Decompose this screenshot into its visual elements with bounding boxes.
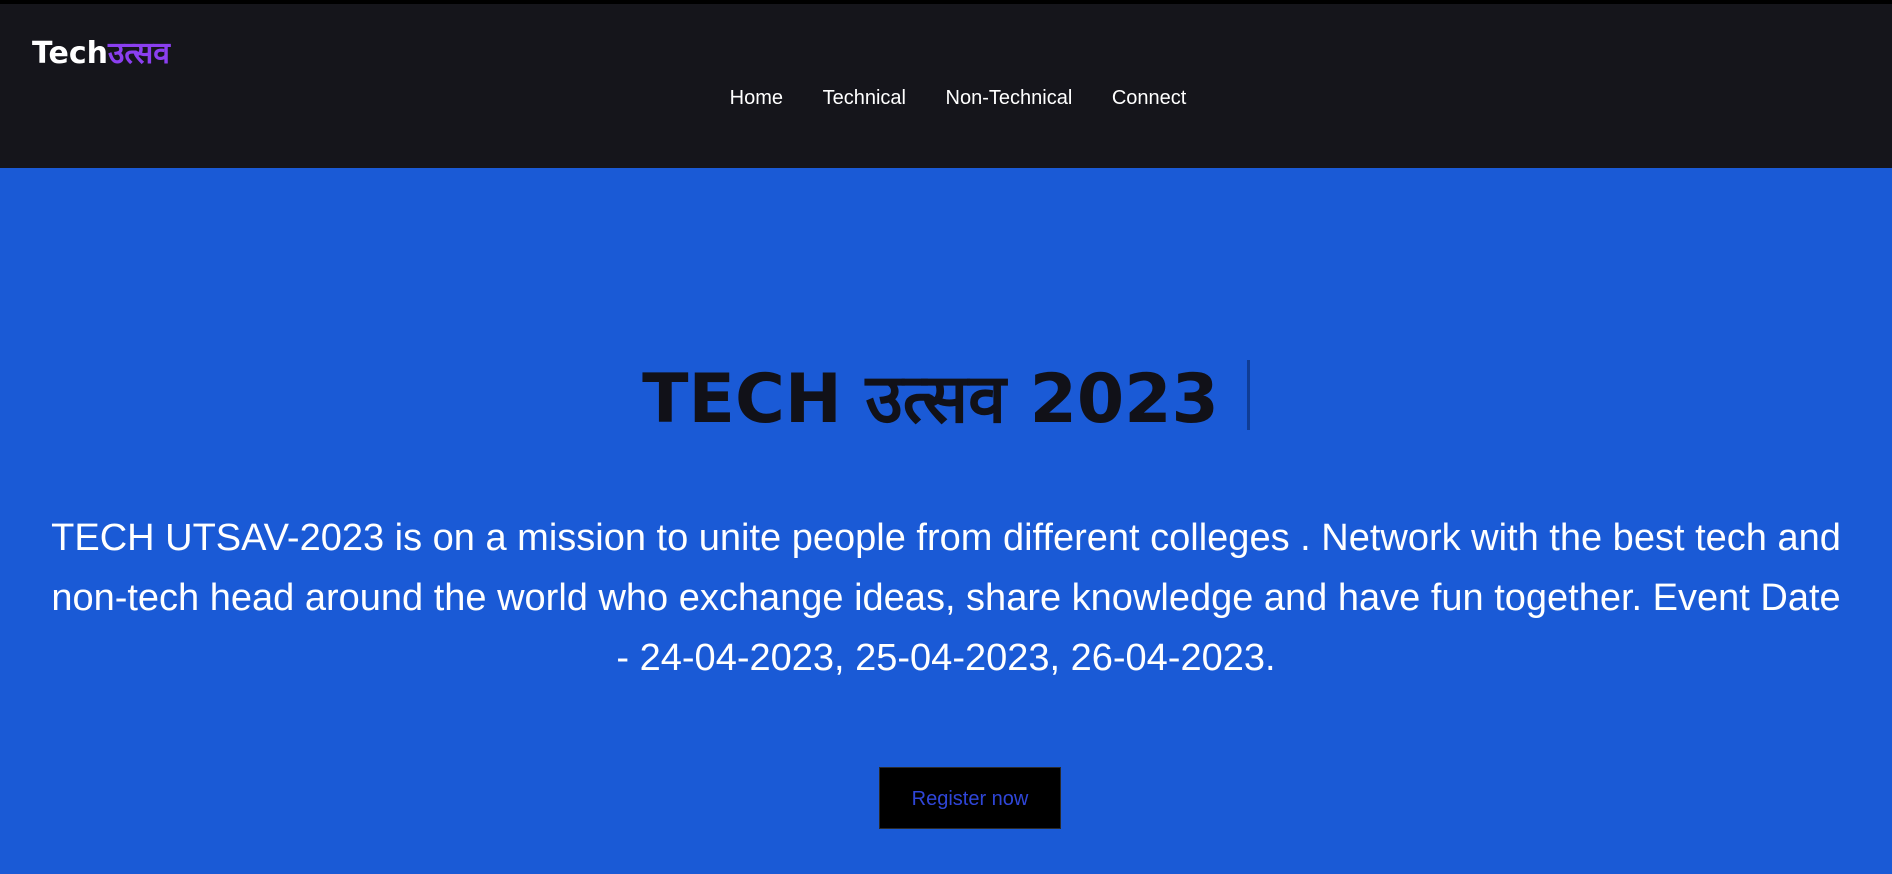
hero-title: TECH उत्सव 2023 bbox=[642, 360, 1219, 439]
nav-item-non-technical[interactable]: Non-Technical bbox=[946, 87, 1073, 109]
register-button[interactable]: Register now bbox=[879, 767, 1061, 829]
brand-text-tech: Tech bbox=[32, 36, 108, 71]
nav-item-connect[interactable]: Connect bbox=[1112, 87, 1187, 109]
hero-title-wrap: TECH उत्सव 2023 bbox=[0, 360, 1892, 440]
hero-description: TECH UTSAV-2023 is on a mission to unite… bbox=[51, 517, 1841, 679]
brand-text-utsav: उत्सव bbox=[107, 36, 170, 71]
hero-section: TECH उत्सव 2023 TECH UTSAV-2023 is on a … bbox=[0, 168, 1892, 874]
navbar: Techउत्सव Home Technical Non-Technical C… bbox=[0, 4, 1892, 168]
brand-logo[interactable]: Techउत्सव bbox=[32, 34, 170, 74]
typing-caret bbox=[1246, 360, 1250, 430]
nav-item-home[interactable]: Home bbox=[730, 87, 783, 109]
main-nav: Home Technical Non-Technical Connect bbox=[0, 86, 1892, 110]
nav-item-technical[interactable]: Technical bbox=[823, 87, 906, 109]
